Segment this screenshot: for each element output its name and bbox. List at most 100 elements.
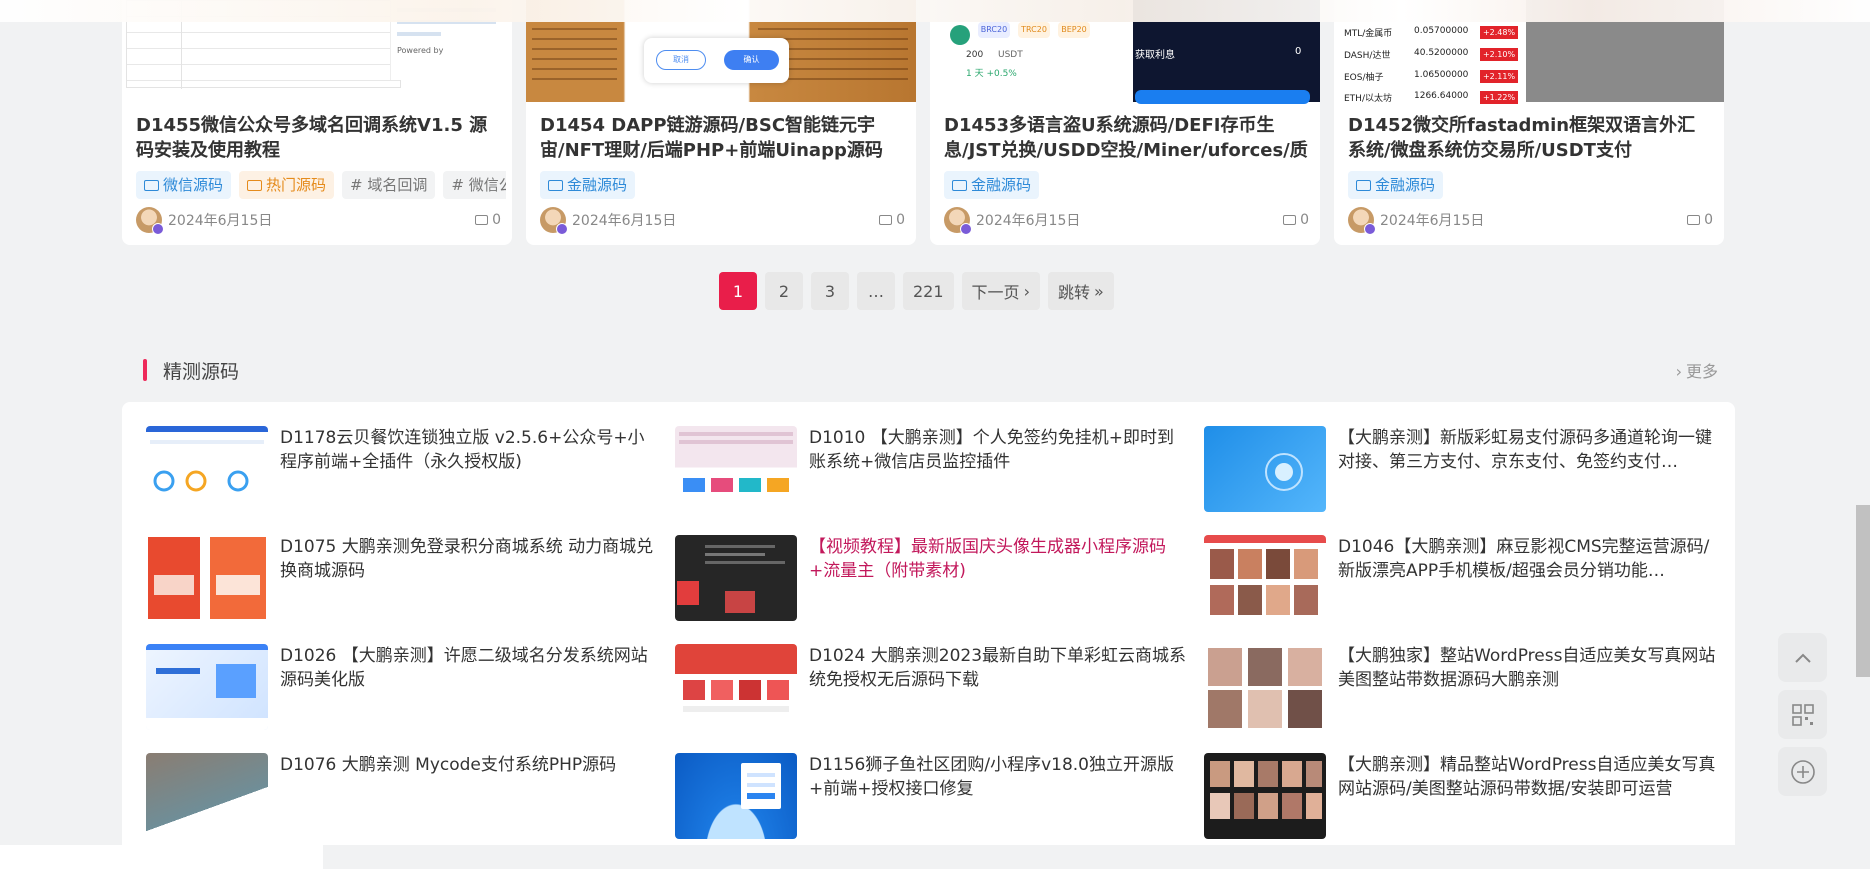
powered-by-text: Powered by — [397, 46, 444, 55]
item-thumbnail[interactable] — [675, 426, 797, 512]
thumbnail-graphic — [677, 545, 785, 613]
item-title[interactable]: D1156狮子鱼社区团购/小程序v18.0独立开源版+前端+授权接口修复 — [809, 753, 1189, 801]
post-card[interactable]: Powered by D1455微信公众号多域名回调系统V1.5 源码安装及使用… — [122, 0, 512, 245]
back-to-top-button[interactable] — [1778, 633, 1827, 682]
header-fade — [0, 0, 1870, 22]
item-title[interactable]: D1075 大鹏亲测免登录积分商城系统 动力商城兑换商城源码 — [280, 535, 660, 583]
item-thumbnail[interactable] — [146, 753, 268, 839]
thumbnail-usdt: USDT — [998, 50, 1023, 60]
thumbnail-rate: 1 天 +0.5% — [966, 69, 1017, 79]
network-tag: BRC20 — [978, 22, 1010, 38]
item-thumbnail[interactable] — [146, 535, 268, 621]
list-item[interactable]: 【视频教程】最新版国庆头像生成器小程序源码+流量主（附带素材) — [675, 535, 1185, 625]
page-3-button[interactable]: 3 — [811, 272, 849, 310]
item-title[interactable]: 【视频教程】最新版国庆头像生成器小程序源码+流量主（附带素材) — [809, 535, 1189, 583]
post-card[interactable]: BRC20 TRC20 BEP20 200 USDT 1 天 +0.5% 获取利… — [930, 0, 1320, 245]
page-2-button[interactable]: 2 — [765, 272, 803, 310]
thumbnail-graphic — [679, 432, 793, 492]
comment-count-value: 0 — [492, 212, 501, 228]
add-button[interactable] — [1778, 747, 1827, 796]
category-tag[interactable]: 金融源码 — [540, 171, 636, 199]
item-title[interactable]: 【大鹏亲测】精品整站WordPress自适应美女写真网站源码/美图整站源码带数据… — [1338, 753, 1718, 801]
thumbnail-text-lines — [532, 20, 617, 80]
item-title[interactable]: D1076 大鹏亲测 Mycode支付系统PHP源码 — [280, 753, 660, 777]
item-title[interactable]: D1178云贝餐饮连锁独立版 v2.5.6+公众号+小程序前端+全插件（永久授权… — [280, 426, 660, 474]
item-thumbnail[interactable] — [675, 753, 797, 839]
list-item[interactable]: D1076 大鹏亲测 Mycode支付系统PHP源码 — [146, 753, 656, 843]
ticker-name: MTL/金属币 — [1344, 29, 1393, 39]
list-item[interactable]: D1178云贝餐饮连锁独立版 v2.5.6+公众号+小程序前端+全插件（永久授权… — [146, 426, 656, 516]
avatar[interactable] — [944, 207, 972, 235]
thumbnail-cancel-button: 取消 — [656, 50, 706, 70]
post-title[interactable]: D1453多语言盗U系统源码/DEFI存币生息/JST兑换/USDD空投/Min… — [944, 113, 1309, 163]
item-title[interactable]: 【大鹏独家】整站WordPress自适应美女写真网站美图整站带数据源码大鹏亲测 — [1338, 644, 1718, 692]
ticker-row: EOS/柚子 1.06500000 +2.11% — [1344, 70, 1519, 84]
category-tag[interactable]: 金融源码 — [1348, 171, 1444, 199]
thumbnail-ok-button: 确认 — [724, 50, 779, 70]
plus-circle-icon — [1790, 759, 1815, 784]
category-tag[interactable]: 微信源码 — [136, 171, 232, 199]
list-item[interactable]: 【大鹏独家】整站WordPress自适应美女写真网站美图整站带数据源码大鹏亲测 — [1204, 644, 1715, 734]
ticker-price: 1266.64000 — [1414, 91, 1469, 101]
post-tags: 金融源码 — [540, 171, 910, 199]
post-card[interactable]: MTL/金属币 0.05700000 +2.48% DASH/达世 40.520000… — [1334, 0, 1724, 245]
item-title[interactable]: D1010 【大鹏亲测】个人免签约免挂机+即时到账系统+微信店员监控插件 — [809, 426, 1189, 474]
avatar[interactable] — [540, 207, 568, 235]
network-tag-label: BEP20 — [1061, 25, 1087, 34]
item-title[interactable]: D1024 大鹏亲测2023最新自助下单彩虹云商城系统免授权无后源码下载 — [809, 644, 1189, 692]
list-item[interactable]: D1156狮子鱼社区团购/小程序v18.0独立开源版+前端+授权接口修复 — [675, 753, 1185, 843]
ticker-row: MTL/金属币 0.05700000 +2.48% — [1344, 26, 1519, 40]
thumbnail-graphic — [1265, 453, 1303, 491]
keyword-tag[interactable]: # 域名回调 — [342, 171, 436, 199]
qr-code-button[interactable] — [1778, 690, 1827, 739]
post-date: 2024年6月15日 — [976, 213, 1081, 229]
folder-icon — [548, 179, 563, 191]
scrollbar-thumb[interactable] — [1856, 505, 1870, 677]
folder-icon — [247, 179, 263, 191]
item-thumbnail[interactable] — [1204, 535, 1326, 621]
jump-button[interactable]: 跳转» — [1047, 272, 1114, 310]
network-tag: TRC20 — [1018, 22, 1050, 38]
tag-label: 热门源码 — [266, 176, 327, 194]
list-item[interactable]: 【大鹏亲测】精品整站WordPress自适应美女写真网站源码/美图整站源码带数据… — [1204, 753, 1715, 843]
item-title[interactable]: D1046【大鹏亲测】麻豆影视CMS完整运营源码/新版漂亮APP手机模板/超强会… — [1338, 535, 1718, 583]
chevron-up-icon — [1794, 653, 1811, 663]
item-thumbnail[interactable] — [146, 426, 268, 512]
category-tag[interactable]: 金融源码 — [944, 171, 1040, 199]
page-1-button[interactable]: 1 — [719, 272, 757, 310]
chevron-right-icon: › — [1023, 281, 1030, 301]
category-tag[interactable]: 热门源码 — [239, 171, 335, 199]
comment-count: 0 — [1283, 212, 1309, 228]
item-thumbnail[interactable] — [146, 644, 268, 730]
item-title[interactable]: D1026 【大鹏亲测】许愿二级域名分发系统网站源码美化版 — [280, 644, 660, 692]
comment-icon — [475, 215, 489, 225]
post-meta: 2024年6月15日 0 — [540, 207, 905, 235]
item-title[interactable]: 【大鹏亲测】新版彩虹易支付源码多通道轮询一键对接、第三方支付、京东支付、免签约支… — [1338, 426, 1718, 474]
post-title[interactable]: D1452微交所fastadmin框架双语言外汇系统/微盘系统仿交易所/USDT… — [1348, 113, 1713, 163]
item-thumbnail[interactable] — [1204, 426, 1326, 512]
list-item[interactable]: 【大鹏亲测】新版彩虹易支付源码多通道轮询一键对接、第三方支付、京东支付、免签约支… — [1204, 426, 1714, 516]
post-title[interactable]: D1455微信公众号多域名回调系统V1.5 源码安装及使用教程 — [136, 113, 501, 163]
page-last-button[interactable]: 221 — [903, 272, 954, 310]
avatar[interactable] — [136, 207, 164, 235]
more-link[interactable]: › 更多 — [1676, 358, 1718, 382]
avatar[interactable] — [1348, 207, 1376, 235]
item-thumbnail[interactable] — [1204, 644, 1326, 730]
list-item[interactable]: D1026 【大鹏亲测】许愿二级域名分发系统网站源码美化版 — [146, 644, 656, 734]
keyword-tag[interactable]: # 微信公 — [443, 171, 506, 199]
comment-count: 0 — [475, 212, 501, 228]
post-title[interactable]: D1454 DAPP链游源码/BSC智能链元宇宙/NFT理财/后端PHP+前端U… — [540, 113, 905, 163]
thumbnail-dialog: 取消 确认 — [644, 38, 789, 83]
post-date: 2024年6月15日 — [168, 213, 273, 229]
list-item[interactable]: D1010 【大鹏亲测】个人免签约免挂机+即时到账系统+微信店员监控插件 — [675, 426, 1185, 516]
list-item[interactable]: D1075 大鹏亲测免登录积分商城系统 动力商城兑换商城源码 — [146, 535, 656, 625]
list-item[interactable]: D1046【大鹏亲测】麻豆影视CMS完整运营源码/新版漂亮APP手机模板/超强会… — [1204, 535, 1714, 625]
list-item[interactable]: D1024 大鹏亲测2023最新自助下单彩虹云商城系统免授权无后源码下载 — [675, 644, 1186, 734]
post-card[interactable]: 取消 确认 D1454 DAPP链游源码/BSC智能链元宇宙/NFT理财/后端P… — [526, 0, 916, 245]
item-thumbnail[interactable] — [675, 535, 797, 621]
post-meta: 2024年6月15日 0 — [944, 207, 1309, 235]
item-thumbnail[interactable] — [675, 644, 797, 730]
post-meta: 2024年6月15日 0 — [136, 207, 501, 235]
item-thumbnail[interactable] — [1204, 753, 1326, 839]
next-page-button[interactable]: 下一页 › — [961, 272, 1040, 310]
